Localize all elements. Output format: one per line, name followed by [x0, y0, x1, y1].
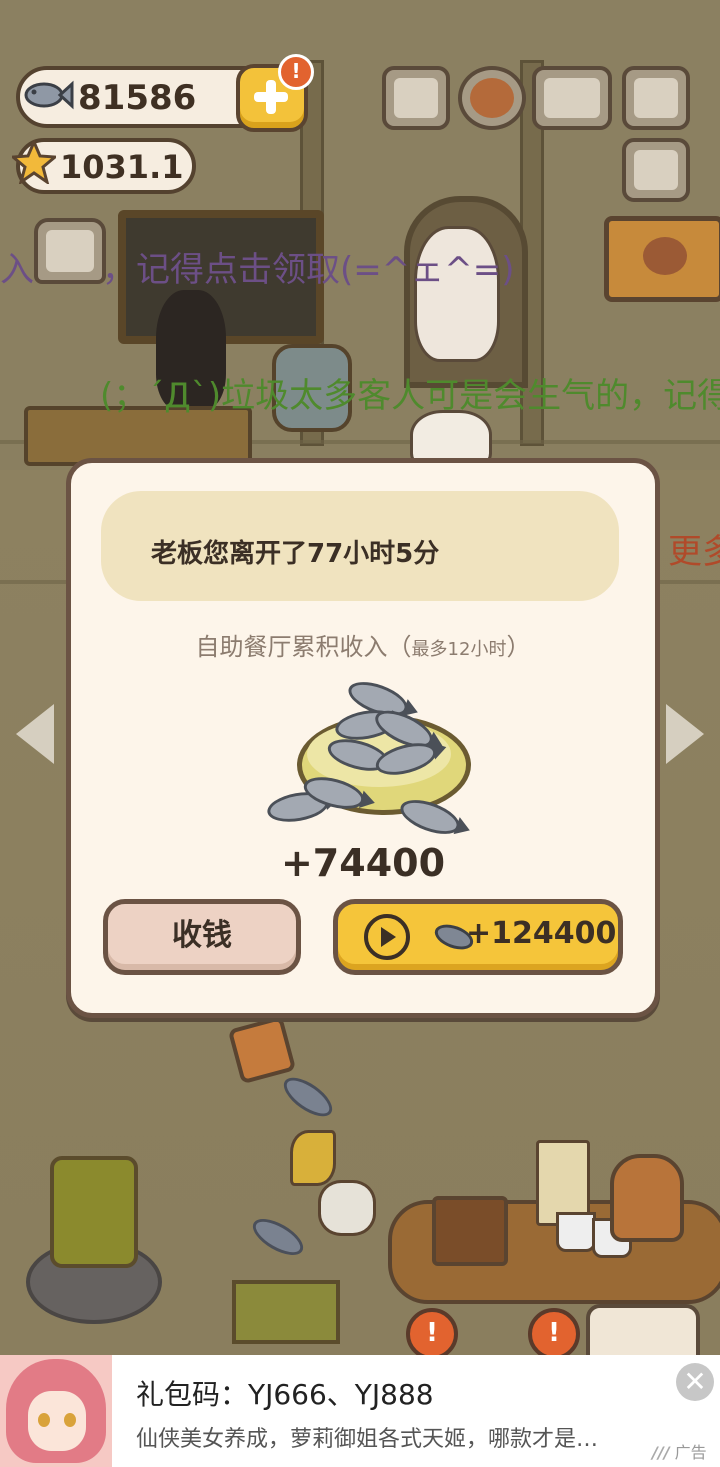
shop-sign[interactable] [604, 216, 720, 302]
bear-icon [643, 237, 687, 275]
fish-icon [24, 80, 74, 110]
alert-icon[interactable]: ! [528, 1308, 580, 1355]
ad-title[interactable]: 礼包码：YJ666、YJ888 [136, 1373, 434, 1413]
ad-logo-icon: /// [652, 1443, 670, 1462]
collect-label: 收钱 [172, 918, 232, 953]
trash-fish[interactable] [277, 1070, 339, 1124]
banana-peel[interactable] [290, 1130, 336, 1186]
subtitle-limit: 最多12小时 [411, 639, 507, 660]
radio-button[interactable] [586, 1304, 700, 1355]
floor-mat [232, 1280, 340, 1344]
watch-video-double-button[interactable]: +124400 [333, 899, 623, 975]
ad-banner[interactable]: 礼包码：YJ666、YJ888 仙侠美女养成，萝莉御姐各式天姬，哪款才是… ✕ … [0, 1355, 720, 1467]
ranking-icon[interactable] [382, 66, 450, 130]
offline-income-dialog: 老板您离开了77小时5分 自助餐厅累积收入（最多12小时） +74400 收钱 … [66, 458, 660, 1018]
notification-badge: ! [278, 54, 314, 90]
eye [38, 1413, 50, 1427]
pickle-jar[interactable] [50, 1156, 138, 1268]
subtitle-main: 自助餐厅累积收入（ [195, 633, 412, 661]
star-count: 1031.1 [60, 148, 184, 186]
video-reward-amount: +124400 [466, 916, 617, 951]
shop-icon[interactable] [34, 218, 106, 284]
gear-icon[interactable] [458, 66, 526, 130]
trash-paper[interactable] [318, 1180, 376, 1236]
alert-icon[interactable]: ! [406, 1308, 458, 1355]
close-icon[interactable]: ✕ [676, 1363, 714, 1401]
star-rating: 1031.1 [12, 138, 196, 194]
french-press[interactable] [610, 1154, 684, 1242]
scrolling-tip: 更多的 [668, 532, 720, 572]
ad-tag-text: 广告 [674, 1443, 707, 1462]
coffee-mug[interactable] [556, 1212, 596, 1252]
trash-cup[interactable] [227, 1015, 297, 1085]
ad-description[interactable]: 仙侠美女养成，萝莉御姐各式天姬，哪款才是… [136, 1421, 598, 1453]
ad-label: /// 广告 [652, 1439, 707, 1463]
ad-image[interactable] [0, 1355, 112, 1467]
fish-count: 81586 [78, 78, 197, 118]
income-subtitle: 自助餐厅累积收入（最多12小时） [71, 627, 655, 662]
trash-fish[interactable] [247, 1211, 309, 1263]
eye [64, 1413, 76, 1427]
collect-button[interactable]: 收钱 [103, 899, 301, 975]
star-icon [12, 140, 56, 184]
scrolling-tip: (；´Д`)垃圾太多客人可是会生气的，记得点 [100, 376, 720, 416]
arrow-right-icon[interactable] [666, 704, 704, 764]
anime-girl-face [28, 1391, 86, 1451]
message-box: 老板您离开了77小时5分 [101, 491, 619, 601]
away-message: 老板您离开了77小时5分 [151, 539, 440, 569]
coffee-grinder[interactable] [432, 1196, 508, 1266]
book-icon[interactable] [532, 66, 612, 130]
camera-icon[interactable] [622, 66, 690, 130]
play-icon [364, 914, 410, 960]
arrow-left-icon[interactable] [16, 704, 54, 764]
subtitle-end: ） [506, 633, 531, 661]
income-amount: +74400 [280, 841, 446, 885]
notice-icon[interactable] [622, 138, 690, 202]
